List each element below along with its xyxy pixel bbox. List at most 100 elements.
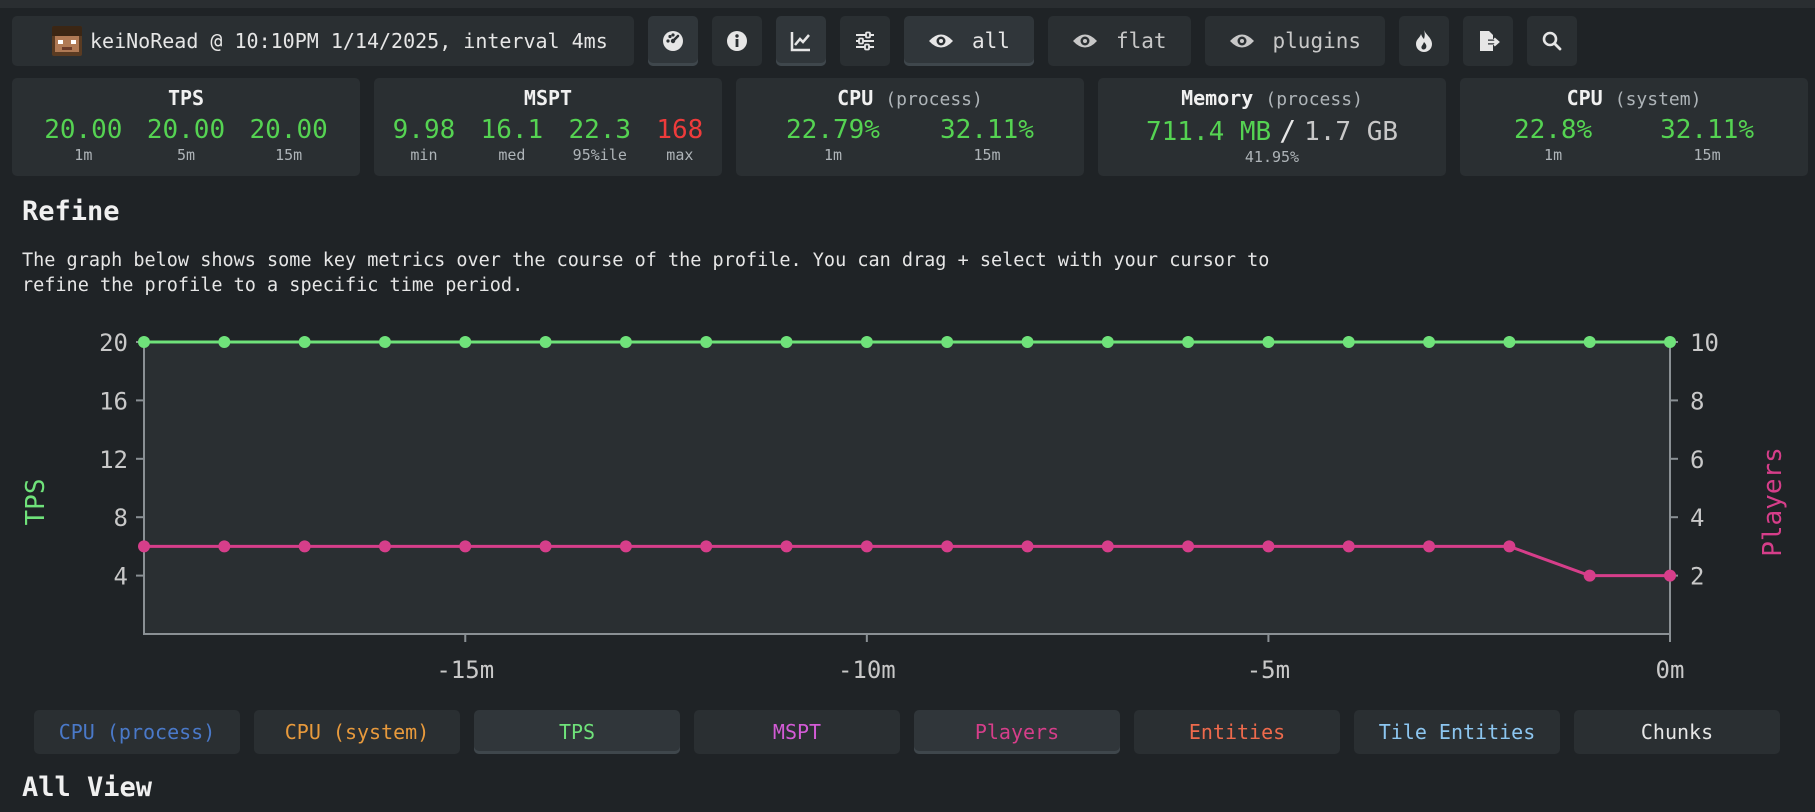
data-point-tps [619,336,632,348]
x-tick-label: -15m [436,656,494,684]
cpu-process-card: CPU (process) 22.79% 1m 32.11% 15m [736,78,1084,176]
export-button[interactable] [1463,16,1514,66]
plot-area [144,342,1670,634]
data-point-tps [459,336,472,348]
search-button[interactable] [1527,16,1578,66]
data-point-players [619,540,632,553]
memory-usage: 711.4 MB / 1.7 GB [1145,114,1398,147]
graph-button[interactable] [776,16,826,66]
player-avatar [52,26,82,56]
toggle-mspt[interactable]: MSPT [694,710,900,754]
view-all-button[interactable]: all [904,16,1034,66]
toggle-cpu-system[interactable]: CPU (system) [254,710,460,754]
mspt-card-title: MSPT [523,86,573,110]
cpu-system-15m: 32.11% 15m [1660,115,1755,164]
data-point-tps [700,336,713,348]
flame-icon [1416,30,1433,52]
toggle-label: MSPT [772,720,822,744]
y-right-tick-label: 4 [1690,504,1704,532]
dashboard-button[interactable] [648,16,698,66]
data-point-tps [298,336,311,348]
data-point-tps [378,336,391,348]
y-right-tick-label: 2 [1690,563,1704,591]
data-point-players [700,540,713,553]
data-point-tps [1262,336,1275,348]
toggle-entities[interactable]: Entities [1134,710,1340,754]
data-point-players [298,540,311,553]
y-left-axis-label: TPS [21,479,51,526]
refine-chart[interactable]: 20 16 12 8 4 10 8 6 4 2 -15m -10m -5m 0m TPS Players [0,322,1815,700]
data-point-tps [941,336,954,348]
cpu-system-1m: 22.8% 1m [1513,115,1593,164]
x-tick-label: -5m [1247,656,1290,684]
y-left-tick-label: 20 [99,329,128,357]
mspt-card: MSPT 9.98 min 16.1 med 22.3 95%ile 168 max [374,78,722,176]
data-point-tps [1342,336,1355,348]
data-point-players [1182,540,1195,553]
view-all-label: all [972,29,1010,53]
info-button[interactable] [712,16,762,66]
mspt-95ile: 22.3 95%ile [568,115,632,164]
top-edge [0,0,1815,8]
refine-description: The graph below shows some key metrics o… [22,250,1270,296]
tps-card-title: TPS [167,86,205,110]
toggle-label: CPU (process) [58,720,216,744]
y-right-axis-label: Players [1758,447,1788,557]
profile-info-text: keiNoRead @ 10:10PM 1/14/2025, interval … [90,29,608,53]
data-point-tps [1021,336,1034,348]
toggle-cpu-process[interactable]: CPU (process) [34,710,240,754]
tps-card: TPS 20.00 1m 20.00 5m 20.00 15m [12,78,360,176]
view-plugins-label: plugins [1272,29,1362,53]
data-point-players [780,540,793,553]
toggle-label: TPS [558,720,596,744]
y-right-tick-label: 6 [1690,446,1704,474]
toggle-tile-entities[interactable]: Tile Entities [1354,710,1560,754]
data-point-tps [1503,336,1516,348]
view-flat-button[interactable]: flat [1047,16,1191,66]
search-icon [1542,31,1562,51]
header-bar: keiNoRead @ 10:10PM 1/14/2025, interval … [12,16,1578,66]
toggle-chunks[interactable]: Chunks [1574,710,1780,754]
data-point-players [1503,540,1516,553]
settings-button[interactable] [840,16,890,66]
dashboard-icon [663,31,683,51]
data-point-players [1101,540,1114,553]
data-point-tps [1182,336,1195,348]
toggle-players[interactable]: Players [914,710,1120,754]
eye-icon [929,34,953,48]
data-point-players [539,540,552,553]
cpu-process-title: CPU (process) [837,86,983,110]
profile-info[interactable]: keiNoRead @ 10:10PM 1/14/2025, interval … [12,16,634,66]
data-point-players [1664,569,1676,582]
flame-graph-button[interactable] [1399,16,1450,66]
data-point-players [378,540,391,553]
mspt-min: 9.98 min [392,115,456,164]
y-left-tick-label: 8 [114,504,128,532]
metric-toggles: CPU (process) CPU (system) TPS MSPT Play… [34,710,1780,754]
view-plugins-button[interactable]: plugins [1204,16,1386,66]
y-left-tick-label: 4 [114,563,128,591]
toggle-label: Players [974,720,1060,744]
cpu-system-title: CPU (system) [1566,86,1702,110]
x-tick-label: -10m [838,656,896,684]
all-view-title: All View [22,772,153,803]
refine-title: Refine [22,196,120,227]
data-point-players [138,540,150,553]
memory-title: Memory (process) [1181,86,1363,110]
memory-percent: 41.95% [1244,148,1300,166]
data-point-players [941,540,954,553]
memory-card: Memory (process) 711.4 MB / 1.7 GB 41.95… [1098,78,1446,176]
settings-icon [856,31,874,51]
y-right-tick-label: 8 [1690,387,1704,415]
x-tick-label: 0m [1656,656,1685,684]
data-point-players [1423,540,1436,553]
data-point-players [459,540,472,553]
cpu-system-card: CPU (system) 22.8% 1m 32.11% 15m [1460,78,1808,176]
stats-panel: TPS 20.00 1m 20.00 5m 20.00 15m MSPT 9.98 mi… [12,78,1808,176]
toggle-label: Chunks [1640,720,1714,744]
eye-icon [1229,34,1254,48]
toggle-tps[interactable]: TPS [474,710,680,754]
toggle-label: CPU (system) [284,720,430,744]
data-point-players [218,540,231,553]
data-point-players [1583,569,1596,582]
